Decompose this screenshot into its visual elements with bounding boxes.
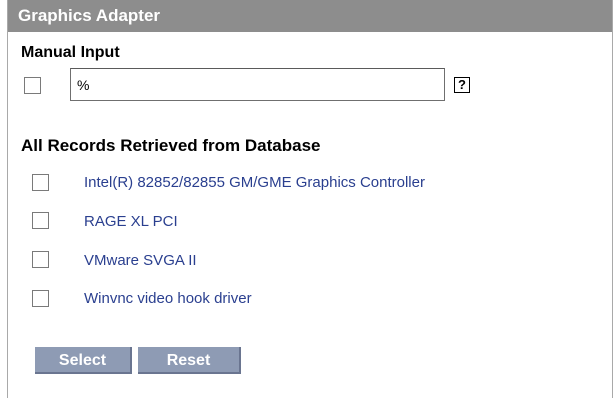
manual-input-field[interactable] — [70, 68, 445, 101]
record-link-rage-xl[interactable]: RAGE XL PCI — [84, 213, 178, 230]
record-checkbox-intel[interactable] — [32, 174, 49, 191]
reset-button[interactable]: Reset — [138, 347, 241, 374]
record-checkbox-vmware[interactable] — [32, 251, 49, 268]
manual-input-checkbox[interactable] — [24, 77, 41, 94]
manual-input-label: Manual Input — [21, 44, 120, 61]
panel-title: Graphics Adapter — [8, 0, 612, 32]
record-link-intel[interactable]: Intel(R) 82852/82855 GM/GME Graphics Con… — [84, 174, 425, 191]
record-checkbox-rage-xl[interactable] — [32, 212, 49, 229]
select-button[interactable]: Select — [35, 347, 132, 374]
record-link-winvnc[interactable]: Winvnc video hook driver — [84, 290, 252, 307]
records-section-label: All Records Retrieved from Database — [21, 136, 321, 155]
record-link-vmware[interactable]: VMware SVGA II — [84, 252, 197, 269]
record-checkbox-winvnc[interactable] — [32, 290, 49, 307]
graphics-adapter-panel: Graphics Adapter Manual Input ? All Reco… — [7, 0, 613, 398]
help-icon[interactable]: ? — [454, 77, 470, 93]
